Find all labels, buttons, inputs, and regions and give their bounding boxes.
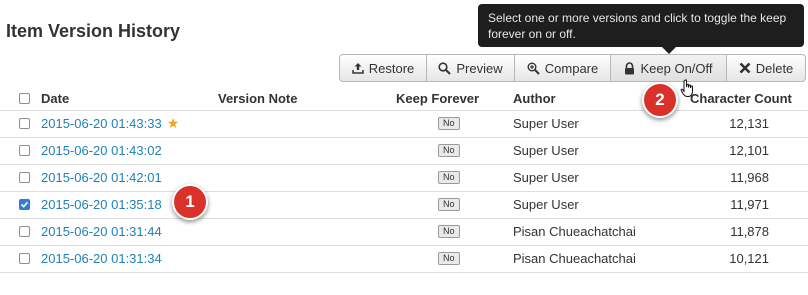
date-cell: 2015-06-20 01:35:18 (41, 191, 162, 218)
keep-forever-cell: No (438, 191, 460, 218)
date-cell: 2015-06-20 01:31:34 (41, 245, 162, 272)
version-date-link[interactable]: 2015-06-20 01:43:02 (41, 143, 162, 158)
author-cell: Super User (513, 170, 579, 185)
header-character-count[interactable]: Character Count (690, 86, 792, 110)
keep-forever-badge: No (438, 144, 460, 157)
version-date-link[interactable]: 2015-06-20 01:42:01 (41, 170, 162, 185)
table-row[interactable]: 2015-06-20 01:31:34 No Pisan Chueachatchai… (0, 245, 808, 273)
keep-tooltip: Select one or more versions and click to… (478, 4, 804, 47)
annotation-marker-1: 1 (172, 184, 208, 220)
author-cell: Super User (513, 197, 579, 212)
keep-forever-cell: No (438, 245, 460, 272)
upload-icon (351, 62, 364, 74)
keep-forever-cell: No (438, 218, 460, 245)
restore-label: Restore (368, 60, 415, 76)
row-checkbox[interactable] (19, 145, 30, 156)
hand-cursor-icon (680, 79, 696, 103)
version-date-link[interactable]: 2015-06-20 01:43:33 (41, 116, 162, 131)
table-row[interactable]: 2015-06-20 01:43:33 ★ No Super User 12,131 (0, 110, 808, 138)
version-date-link[interactable]: 2015-06-20 01:35:18 (41, 197, 162, 212)
keep-forever-badge: No (438, 171, 460, 184)
character-count-cell: 12,101 (729, 143, 769, 158)
row-checkbox[interactable] (19, 118, 30, 129)
annotation-marker-2: 2 (642, 82, 678, 118)
row-checkbox[interactable] (19, 199, 30, 210)
date-cell: 2015-06-20 01:31:44 (41, 218, 162, 245)
preview-label: Preview (456, 60, 503, 76)
character-count-cell: 11,971 (730, 197, 769, 212)
date-cell: 2015-06-20 01:42:01 (41, 164, 162, 191)
keep-forever-cell: No (438, 110, 460, 137)
version-date-link[interactable]: 2015-06-20 01:31:44 (41, 224, 162, 239)
author-cell: Pisan Chueachatchai (513, 224, 636, 239)
date-cell: 2015-06-20 01:43:33 ★ (41, 110, 179, 137)
close-icon (739, 62, 751, 74)
delete-button[interactable]: Delete (727, 54, 806, 82)
preview-button[interactable]: Preview (427, 54, 515, 82)
header-keep-forever[interactable]: Keep Forever (396, 86, 479, 110)
select-all-checkbox[interactable] (19, 92, 30, 104)
author-cell: Pisan Chueachatchai (513, 251, 636, 266)
keep-forever-badge: No (438, 198, 460, 211)
keep-forever-badge: No (438, 117, 460, 130)
table-row[interactable]: 2015-06-20 01:35:18 No Super User 11,971 (0, 191, 808, 219)
restore-button[interactable]: Restore (339, 54, 427, 82)
version-date-link[interactable]: 2015-06-20 01:31:34 (41, 251, 162, 266)
keep-on-off-button[interactable]: Keep On/Off (611, 54, 727, 82)
table-row[interactable]: 2015-06-20 01:43:02 No Super User 12,101 (0, 137, 808, 165)
date-cell: 2015-06-20 01:43:02 (41, 137, 162, 164)
keep-forever-cell: No (438, 137, 460, 164)
row-checkbox-cell (19, 110, 30, 137)
row-checkbox-cell (19, 164, 30, 191)
keep-forever-badge: No (438, 252, 460, 265)
author-cell: Super User (513, 143, 579, 158)
star-icon: ★ (166, 115, 180, 131)
character-count-cell: 10,121 (729, 251, 769, 266)
character-count-cell: 11,968 (730, 170, 769, 185)
search-icon (438, 61, 452, 75)
keep-on-off-label: Keep On/Off (640, 60, 713, 76)
page-title: Item Version History (6, 21, 181, 41)
header-version-note[interactable]: Version Note (218, 86, 297, 110)
row-checkbox[interactable] (19, 253, 30, 264)
row-checkbox-cell (19, 191, 30, 218)
row-checkbox-cell (19, 218, 30, 245)
header-date[interactable]: Date (41, 86, 69, 110)
tooltip-arrow (662, 47, 676, 54)
character-count-cell: 11,878 (730, 224, 769, 239)
toolbar: Restore Preview Compare Keep On/Off Dele… (339, 54, 806, 82)
select-all-checkbox-cell (19, 86, 30, 110)
row-checkbox[interactable] (19, 226, 30, 237)
keep-forever-cell: No (438, 164, 460, 191)
compare-button[interactable]: Compare (515, 54, 611, 82)
header-author[interactable]: Author (513, 86, 556, 110)
lock-icon (624, 61, 635, 75)
table-row[interactable]: 2015-06-20 01:42:01 No Super User 11,968 (0, 164, 808, 192)
compare-label: Compare (544, 60, 599, 76)
author-cell: Super User (513, 116, 579, 131)
row-checkbox-cell (19, 245, 30, 272)
character-count-cell: 12,131 (729, 116, 769, 131)
checkmark-icon (20, 201, 29, 208)
table-row[interactable]: 2015-06-20 01:31:44 No Pisan Chueachatchai… (0, 218, 808, 246)
zoom-in-icon (527, 62, 540, 75)
row-checkbox-cell (19, 137, 30, 164)
row-checkbox[interactable] (19, 172, 30, 183)
delete-label: Delete (755, 60, 794, 76)
keep-forever-badge: No (438, 225, 460, 238)
